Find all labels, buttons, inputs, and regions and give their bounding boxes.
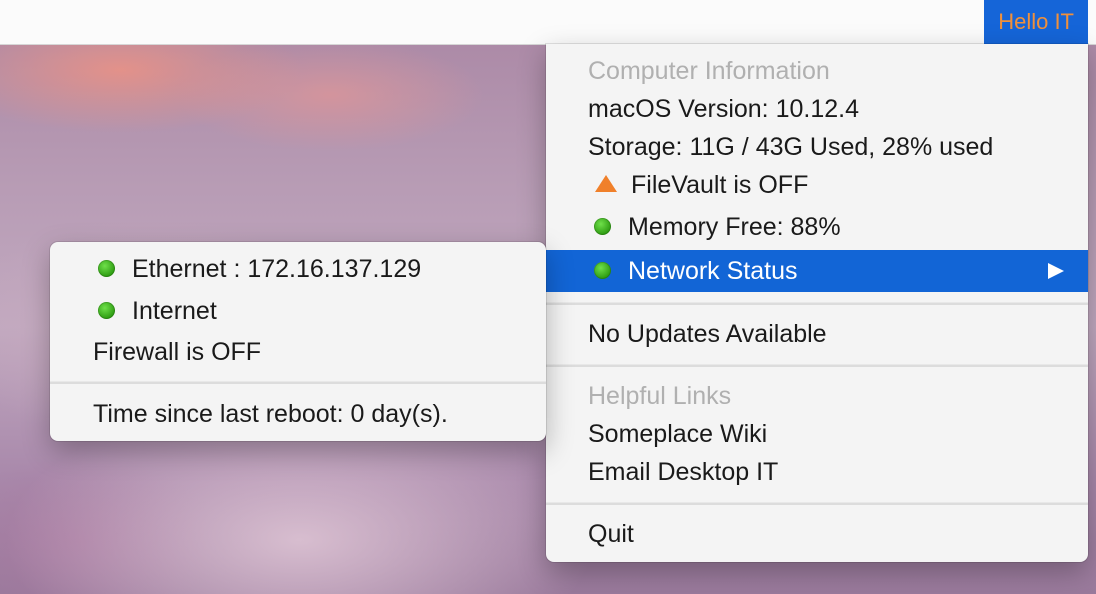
internet-item[interactable]: Internet — [50, 292, 546, 330]
someplace-wiki-link[interactable]: Someplace Wiki — [546, 415, 1088, 453]
menu-bar: Hello IT — [0, 0, 1096, 45]
network-status-submenu: Ethernet : 172.16.137.129 Internet Firew… — [50, 242, 546, 441]
no-updates-item[interactable]: No Updates Available — [546, 315, 1088, 353]
menu-separator — [546, 364, 1088, 367]
network-status-label: Network Status — [628, 257, 798, 285]
computer-information-header: Computer Information — [588, 57, 830, 85]
green-status-dot-icon — [98, 259, 115, 277]
submenu-arrow-icon — [1048, 263, 1064, 279]
warning-triangle-icon — [595, 175, 617, 193]
firewall-item[interactable]: Firewall is OFF — [50, 333, 546, 371]
quit-item[interactable]: Quit — [546, 515, 1088, 553]
helpful-links-header: Helpful Links — [588, 382, 732, 410]
network-status-item[interactable]: Network Status — [546, 250, 1088, 292]
ethernet-item[interactable]: Ethernet : 172.16.137.129 — [50, 250, 546, 288]
green-status-dot-icon — [594, 217, 611, 235]
menu-separator — [546, 302, 1088, 305]
storage-item[interactable]: Storage: 11G / 43G Used, 28% used — [546, 128, 1088, 166]
green-status-dot-icon — [594, 261, 611, 279]
memory-free-label: Memory Free: 88% — [628, 213, 841, 241]
ethernet-label: Ethernet : 172.16.137.129 — [132, 255, 422, 283]
uptime-item[interactable]: Time since last reboot: 0 day(s). — [50, 395, 546, 433]
filevault-label: FileVault is OFF — [631, 171, 809, 199]
internet-label: Internet — [132, 297, 217, 325]
menu-separator — [546, 502, 1088, 505]
macos-version-item[interactable]: macOS Version: 10.12.4 — [546, 90, 1088, 128]
hello-it-dropdown-menu: Computer Information macOS Version: 10.1… — [546, 44, 1088, 562]
hello-it-status-item[interactable]: Hello IT — [984, 0, 1088, 44]
filevault-item[interactable]: FileVault is OFF — [546, 166, 1088, 204]
menu-separator — [50, 381, 546, 384]
memory-free-item[interactable]: Memory Free: 88% — [546, 208, 1088, 246]
email-desktop-it-link[interactable]: Email Desktop IT — [546, 453, 1088, 491]
green-status-dot-icon — [98, 301, 115, 319]
